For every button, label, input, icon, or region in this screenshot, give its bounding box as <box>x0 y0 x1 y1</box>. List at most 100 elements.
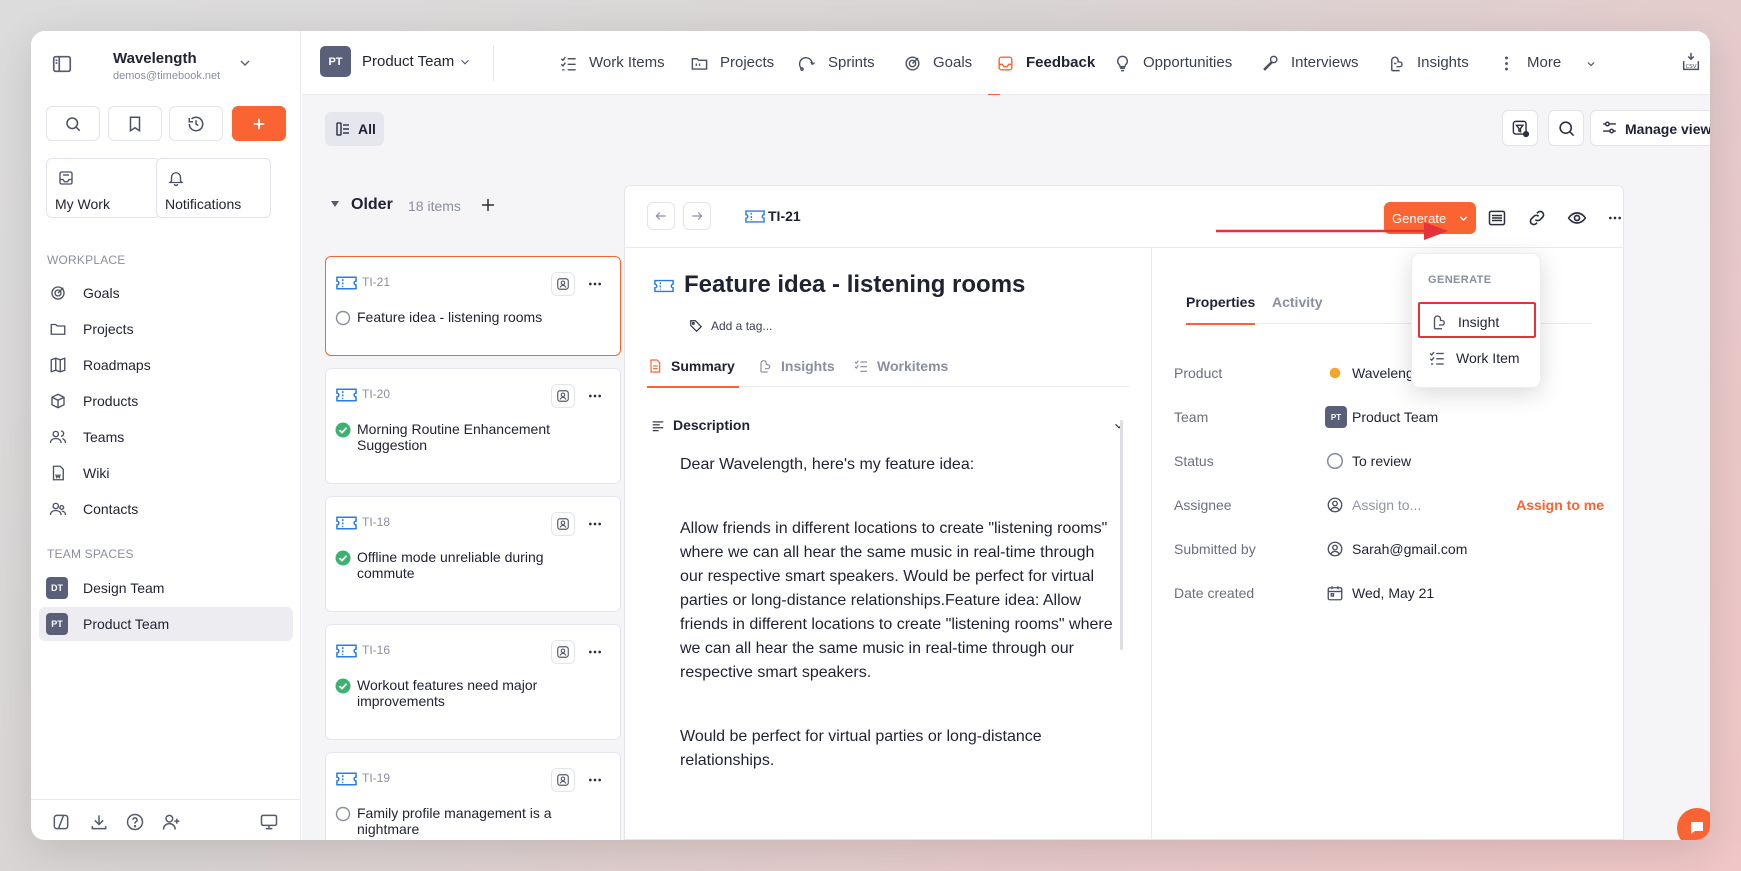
user-icon <box>556 645 570 659</box>
assign-button[interactable] <box>551 640 575 664</box>
csv-export-icon[interactable]: CSV <box>1680 51 1702 73</box>
sidebar-item-roadmaps[interactable]: Roadmaps <box>39 348 293 382</box>
tab-label: Sprints <box>828 54 875 71</box>
assign-button[interactable] <box>551 768 575 792</box>
history-button[interactable] <box>169 106 223 141</box>
group-count: 18 items <box>408 198 461 214</box>
user-icon <box>556 773 570 787</box>
sidebar-item-goals[interactable]: Goals <box>39 276 293 310</box>
create-button[interactable] <box>232 106 286 141</box>
tab-label: Insights <box>1417 54 1469 71</box>
add-item-icon[interactable] <box>479 196 497 214</box>
chevron-down-icon <box>458 55 472 69</box>
more-options-icon[interactable] <box>587 644 603 660</box>
ticket-icon <box>336 644 357 658</box>
description-scrollbar[interactable] <box>1120 420 1123 650</box>
workspace-email: demos@timebook.net <box>113 70 221 82</box>
item-id: TI-18 <box>362 515 391 529</box>
ticket-icon <box>336 276 357 290</box>
team-badge: PT <box>46 613 68 635</box>
folder-icon <box>49 320 67 338</box>
ai-filter-button[interactable] <box>1502 110 1538 146</box>
notifications-button[interactable]: Notifications <box>156 158 271 218</box>
previous-button[interactable] <box>647 202 675 230</box>
menu-item-label: Work Item <box>1456 350 1520 366</box>
more-options-icon[interactable] <box>587 516 603 532</box>
list-item[interactable]: TI-21 Feature idea - listening rooms <box>325 256 621 356</box>
tab-label: Work Items <box>589 54 665 71</box>
link-icon[interactable] <box>1527 208 1547 228</box>
chevron-down-icon <box>1112 419 1126 433</box>
generate-insight-option[interactable]: Insight <box>1418 302 1536 338</box>
document-icon <box>647 357 663 375</box>
desktop-icon[interactable] <box>259 812 279 832</box>
sidebar-item-product-team[interactable]: PT Product Team <box>39 607 293 641</box>
property-status[interactable]: Status To review <box>1174 450 1604 472</box>
assign-button[interactable] <box>551 272 575 296</box>
assign-to-me-link[interactable]: Assign to me <box>1516 497 1604 513</box>
chat-button[interactable] <box>1677 808 1710 840</box>
chevron-down-icon <box>1457 212 1470 225</box>
more-options-icon[interactable] <box>587 276 603 292</box>
help-icon[interactable] <box>125 812 145 832</box>
sidebar-item-wiki[interactable]: Wiki <box>39 456 293 490</box>
team-badge: PT <box>320 46 351 77</box>
sidebar-item-label: Teams <box>83 429 125 445</box>
description-body[interactable]: Dear Wavelength, here's my feature idea:… <box>680 453 1120 813</box>
view-all-button[interactable]: All <box>325 112 384 146</box>
panel-layout-icon[interactable] <box>1487 208 1507 228</box>
feedback-list: Older 18 items TI-21 Feature idea - list… <box>302 170 677 840</box>
history-icon <box>187 115 205 133</box>
next-button[interactable] <box>683 202 711 230</box>
sidebar-item-products[interactable]: Products <box>39 384 293 418</box>
search-button[interactable] <box>46 106 100 141</box>
search-icon <box>1557 119 1576 138</box>
assign-button[interactable] <box>551 512 575 536</box>
description-toggle[interactable]: Description <box>651 416 1137 436</box>
app-window: Wavelength demos@timebook.net My Work No… <box>31 31 1710 840</box>
bookmarks-button[interactable] <box>108 106 162 141</box>
property-value: Wed, May 21 <box>1352 585 1435 601</box>
sidebar-item-design-team[interactable]: DT Design Team <box>39 571 293 605</box>
theme-icon[interactable] <box>51 812 71 832</box>
workspace-switcher[interactable]: Wavelength demos@timebook.net <box>49 45 289 82</box>
sidebar-item-contacts[interactable]: Contacts <box>39 492 293 526</box>
chevron-down-icon[interactable] <box>237 55 253 71</box>
assign-button[interactable] <box>551 384 575 408</box>
more-options-icon[interactable] <box>1607 208 1623 228</box>
manage-view-button[interactable]: Manage view <box>1590 110 1710 146</box>
generate-work-item-option[interactable]: Work Item <box>1418 340 1536 376</box>
invite-user-icon[interactable] <box>161 812 181 832</box>
feedback-title[interactable]: Feature idea - listening rooms <box>684 271 1025 299</box>
search-icon <box>64 115 82 133</box>
list-item[interactable]: TI-19 Family profile management is a nig… <box>325 752 621 840</box>
search-button[interactable] <box>1548 110 1584 146</box>
property-date-created[interactable]: Date created Wed, May 21 <box>1174 582 1604 604</box>
user-icon <box>556 389 570 403</box>
more-options-icon[interactable] <box>587 772 603 788</box>
list-item[interactable]: TI-20 Morning Routine Enhancement Sugges… <box>325 368 621 484</box>
list-item[interactable]: TI-16 Workout features need major improv… <box>325 624 621 740</box>
more-options-icon[interactable] <box>587 388 603 404</box>
sidebar-toggle-icon[interactable] <box>51 53 73 75</box>
property-value: Assign to... <box>1352 497 1422 513</box>
property-assignee[interactable]: Assignee Assign to... Assign to me <box>1174 494 1604 516</box>
property-value: Product Team <box>1352 409 1439 425</box>
group-header[interactable]: Older 18 items <box>327 194 607 218</box>
sidebar-item-teams[interactable]: Teams <box>39 420 293 454</box>
sprint-icon <box>798 54 817 73</box>
tab-properties[interactable]: Properties <box>1186 292 1256 325</box>
plus-icon <box>250 115 268 133</box>
property-team[interactable]: Team PT Product Team <box>1174 406 1604 428</box>
team-selector[interactable]: PT Product Team <box>316 45 476 79</box>
status-done-icon <box>335 422 351 438</box>
list-item[interactable]: TI-18 Offline mode unreliable during com… <box>325 496 621 612</box>
top-navigation: PT Product Team Work Items Projects Spri… <box>302 31 1710 96</box>
my-work-button[interactable]: My Work <box>46 158 161 218</box>
property-submitted-by[interactable]: Submitted by Sarah@gmail.com <box>1174 538 1604 560</box>
download-icon[interactable] <box>89 812 109 832</box>
tab-activity[interactable]: Activity <box>1272 292 1323 324</box>
sidebar-item-projects[interactable]: Projects <box>39 312 293 346</box>
ticket-icon <box>654 279 674 293</box>
eye-icon[interactable] <box>1567 208 1587 228</box>
